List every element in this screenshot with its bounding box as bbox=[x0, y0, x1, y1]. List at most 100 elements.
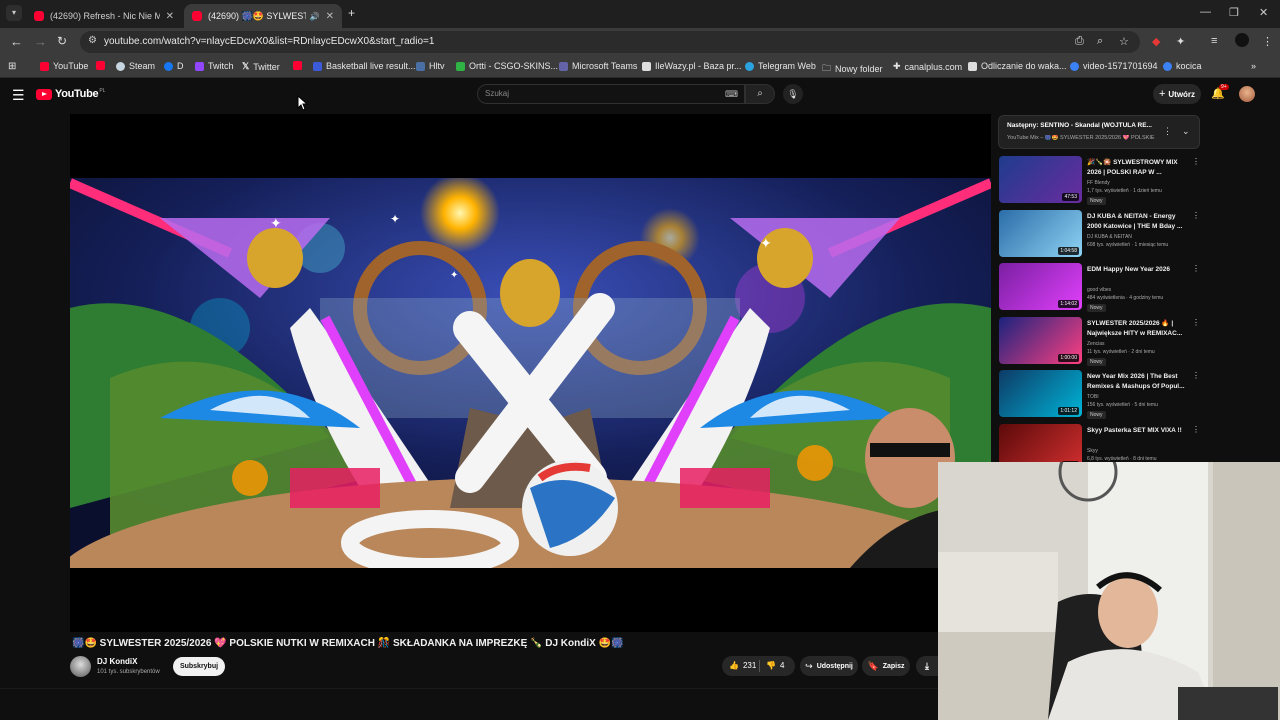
playlist-item[interactable]: 1:00:00 SYLWESTER 2025/2026 🔥 | Największ… bbox=[998, 316, 1200, 367]
playlist-thumbnail[interactable]: 1:00:00 bbox=[999, 316, 1082, 364]
minimize-icon[interactable]: — bbox=[1200, 6, 1211, 18]
keyboard-icon[interactable]: ⌨ bbox=[725, 89, 738, 100]
voice-search-button[interactable]: 🎙 bbox=[783, 84, 803, 104]
save-button[interactable]: 🔖 Zapisz bbox=[862, 656, 910, 676]
more-bookmarks-icon[interactable]: » bbox=[1251, 61, 1256, 71]
chevron-down-icon[interactable]: ⌄ bbox=[1182, 126, 1190, 137]
close-tab-icon[interactable]: ✕ bbox=[166, 11, 174, 22]
bookmark-facebook[interactable]: D bbox=[164, 61, 184, 71]
playlist-thumbnail[interactable]: 47:53 bbox=[999, 156, 1082, 203]
playlist-item[interactable]: 1:01:12 New Year Mix 2026 | The Best Remi… bbox=[998, 370, 1200, 420]
playlist-item[interactable]: 47:53 🎉🍾🎇 SYLWESTROWY MIX 2026 | POLSKI R… bbox=[998, 156, 1200, 206]
more-options-icon[interactable]: ⋮ bbox=[1163, 126, 1172, 137]
bookmark-youtube[interactable]: YouTube bbox=[40, 61, 88, 71]
back-icon[interactable]: ← bbox=[10, 34, 23, 49]
playlist-thumbnail[interactable]: 1:04:58 bbox=[999, 209, 1082, 257]
tab-title: (42690) Refresh - Nic Nie Może... bbox=[50, 11, 160, 21]
new-tab-icon[interactable]: + bbox=[348, 6, 355, 20]
browser-tab-refresh[interactable]: (42690) Refresh - Nic Nie Może... ✕ bbox=[26, 4, 182, 28]
more-options-icon[interactable]: ⋮ bbox=[1192, 211, 1200, 220]
playlist-thumbnail[interactable]: 1:01:12 bbox=[999, 370, 1082, 417]
bookmark-steam[interactable]: Steam bbox=[116, 61, 155, 71]
bookmark-video[interactable]: video-1571701694 bbox=[1070, 61, 1158, 71]
video-player[interactable]: ✦ ✦ ✦ ✦ bbox=[70, 114, 991, 632]
bookmark-youtube-2[interactable] bbox=[96, 61, 109, 70]
bookmark-telegram[interactable]: Telegram Web bbox=[745, 61, 816, 71]
new-badge: Nowy bbox=[1087, 197, 1106, 205]
search-input[interactable]: Szukaj ⌨ bbox=[477, 84, 745, 104]
thumbs-down-icon: 👎 bbox=[766, 661, 776, 670]
close-window-icon[interactable]: ✕ bbox=[1259, 6, 1268, 19]
speaker-icon[interactable]: 🔊 bbox=[310, 12, 320, 21]
close-tab-icon[interactable]: ✕ bbox=[326, 11, 334, 22]
search-button[interactable]: ⌕ bbox=[745, 84, 775, 104]
search-icon: ⌕ bbox=[757, 88, 763, 99]
playlist-item-title: Skyy Pasterka SET MIX VIXA !! bbox=[1087, 426, 1182, 434]
page-icon bbox=[968, 61, 977, 71]
video-duration: 1:01:12 bbox=[1058, 407, 1079, 415]
media-control-icon[interactable]: ≡ bbox=[1211, 35, 1217, 47]
share-button[interactable]: ↪ Udostępnij bbox=[800, 656, 858, 676]
bookmark-odliczanie[interactable]: Odliczanie do waka... bbox=[968, 61, 1067, 71]
channel-avatar[interactable] bbox=[70, 656, 91, 677]
bookmark-label: YouTube bbox=[53, 61, 89, 71]
bookmark-basketball[interactable]: Basketball live result... bbox=[313, 61, 416, 71]
bookmark-teams[interactable]: Microsoft Teams bbox=[559, 61, 637, 71]
channel-name[interactable]: DJ KondiX bbox=[97, 657, 137, 666]
bookmark-ilewazy[interactable]: IleWazy.pl - Baza pr... bbox=[642, 61, 742, 71]
forward-icon[interactable]: → bbox=[34, 34, 47, 49]
more-options-icon[interactable]: ⋮ bbox=[1192, 264, 1200, 273]
tab-search-icon[interactable]: ▾ bbox=[6, 5, 22, 21]
maximize-icon[interactable]: ❐ bbox=[1229, 6, 1239, 19]
site-info-icon[interactable]: ⚙ bbox=[88, 35, 97, 46]
playlist-item-meta: 11 tys. wyświetleń · 2 dni temu bbox=[1087, 348, 1155, 355]
more-options-icon[interactable]: ⋮ bbox=[1192, 318, 1200, 327]
bookmark-youtube-3[interactable] bbox=[293, 61, 306, 70]
save-label: Zapisz bbox=[882, 662, 905, 670]
playlist-item-meta: 6,8 tys. wyświetleń · 8 dni temu bbox=[1087, 455, 1157, 462]
dislike-button[interactable]: 👎 4 bbox=[766, 661, 784, 670]
profile-icon[interactable] bbox=[1235, 33, 1249, 47]
hamburger-menu-icon[interactable]: ☰ bbox=[12, 87, 25, 104]
browser-menu-icon[interactable]: ⋮ bbox=[1262, 35, 1273, 48]
plus-icon: + bbox=[1158, 88, 1166, 100]
url-field[interactable]: ⚙ youtube.com/watch?v=nlaycEDcwX0&list=R… bbox=[80, 31, 1140, 53]
extension-red-icon[interactable]: ◆ bbox=[1152, 35, 1160, 48]
playlist-thumbnail[interactable]: 1:14:02 bbox=[999, 263, 1082, 310]
playlist-panel-header[interactable]: Następny: SENTINO - Skandal (WOJTULA RE.… bbox=[998, 115, 1200, 149]
create-button[interactable]: + Utwórz bbox=[1153, 84, 1201, 104]
apps-grid-icon[interactable]: ⊞ bbox=[8, 61, 16, 72]
hltv-icon bbox=[416, 61, 425, 71]
reload-icon[interactable]: ↻ bbox=[57, 34, 67, 48]
download-button[interactable]: ⤓ bbox=[916, 656, 938, 676]
like-button[interactable]: 👍 231 bbox=[729, 661, 756, 670]
zoom-icon[interactable]: ⌕ bbox=[1097, 35, 1103, 48]
more-options-icon[interactable]: ⋮ bbox=[1192, 157, 1200, 166]
folder-icon: 🗀 bbox=[822, 63, 832, 73]
playlist-item[interactable]: 1:04:58 DJ KUBA & NEITAN - Energy 2000 Ka… bbox=[998, 209, 1200, 260]
bookmark-kocica[interactable]: kocica bbox=[1163, 61, 1202, 71]
bookmark-hltv[interactable]: Hltv bbox=[416, 61, 445, 71]
globe-icon bbox=[1070, 61, 1079, 71]
more-options-icon[interactable]: ⋮ bbox=[1192, 425, 1200, 434]
bookmark-label: Basketball live result... bbox=[326, 61, 416, 71]
bookmark-twitch[interactable]: Twitch bbox=[195, 61, 234, 71]
playlist-item[interactable]: 1:14:02 EDM Happy New Year 2026 good vibes… bbox=[998, 263, 1200, 313]
twitch-icon bbox=[195, 61, 204, 71]
youtube-logo[interactable]: YouTube PL bbox=[36, 88, 105, 100]
avatar[interactable] bbox=[1239, 86, 1255, 102]
bookmark-ortti[interactable]: Ortti - CSGO-SKINS... bbox=[456, 61, 558, 71]
bookmark-canalplus[interactable]: ✚ canalplus.com bbox=[893, 61, 962, 72]
bookmark-twitter[interactable]: 𝕏 Twitter bbox=[242, 61, 280, 72]
bookmarks-bar: ⊞ YouTube Steam D Twitch 𝕏 Twitter Basket… bbox=[0, 56, 1280, 78]
ortti-icon bbox=[456, 61, 465, 71]
browser-tab-sylwester[interactable]: (42690) 🎆🤩 SYLWESTER 2025/2026 🔊 ✕ bbox=[184, 4, 342, 28]
install-app-icon[interactable]: ⎙ bbox=[1075, 35, 1084, 48]
bookmark-star-icon[interactable]: ☆ bbox=[1119, 35, 1129, 48]
extensions-icon[interactable]: ✦ bbox=[1176, 35, 1185, 48]
more-options-icon[interactable]: ⋮ bbox=[1192, 371, 1200, 380]
bookmark-label: Twitch bbox=[208, 61, 234, 71]
subscribe-button[interactable]: Subskrybuj bbox=[173, 657, 225, 676]
mouse-cursor-icon bbox=[297, 95, 309, 111]
bookmark-folder[interactable]: 🗀 Nowy folder bbox=[822, 61, 883, 77]
